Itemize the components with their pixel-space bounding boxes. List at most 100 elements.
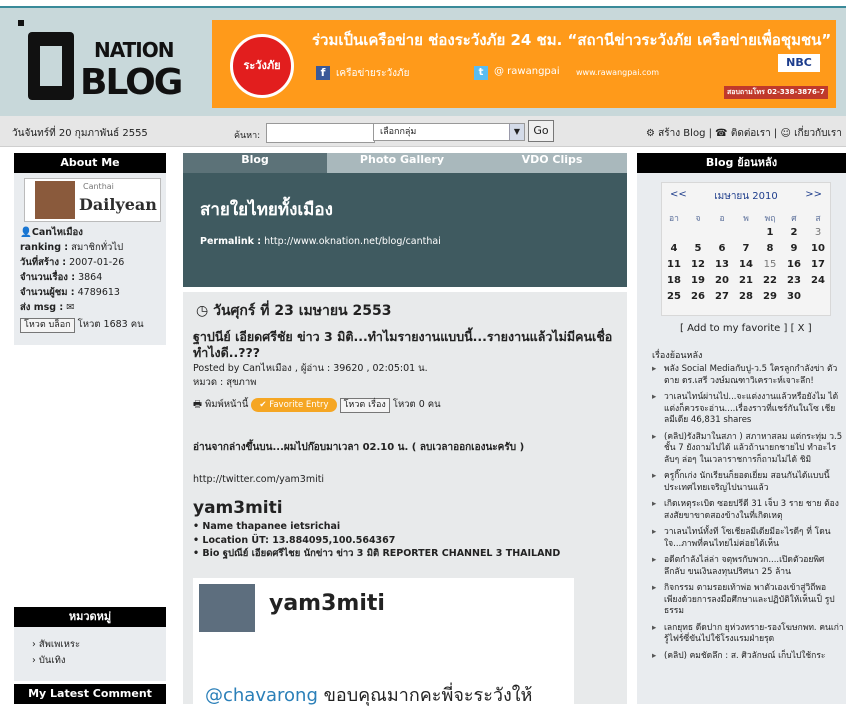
- blog-tabs: Blog Photo Gallery VDO Clips: [183, 153, 627, 173]
- calendar-day[interactable]: 7: [734, 243, 758, 254]
- post-date: ◷ วันศุกร์ ที่ 23 เมษายน 2553: [196, 300, 391, 322]
- calendar-day[interactable]: 25: [662, 291, 686, 302]
- category-item[interactable]: › บันเทิง: [32, 653, 66, 668]
- banner-twitter-text: @ rawangpai: [494, 66, 560, 77]
- create-blog-icon: ⚙: [646, 128, 655, 139]
- history-item[interactable]: (คลิป)รังสิมาในสภา ) สภาหาสลม แต่กระทุ่ม…: [650, 432, 846, 467]
- vote-story-button[interactable]: โหวต เรื่อง: [339, 398, 390, 413]
- history-item[interactable]: พลัง Social Mediaกับปู-ว.5 ใครลูกกำลังข่…: [650, 364, 846, 387]
- calendar-day[interactable]: 12: [686, 259, 710, 270]
- calendar-day[interactable]: 17: [806, 259, 830, 270]
- post-title[interactable]: ฐาปนีย์ เอียดศรีชัย ข่าว 3 มิติ...ทำไมรา…: [193, 329, 621, 361]
- post-category: หมวด : สุขภาพ: [193, 377, 257, 388]
- category-item[interactable]: › สัพเพเหระ: [32, 637, 80, 652]
- favorite-links[interactable]: [ Add to my favorite ] [ X ]: [680, 323, 812, 334]
- rawangpai-banner[interactable]: ระวังภัย ร่วมเป็นเครือข่าย ช่องระวังภัย …: [212, 20, 836, 108]
- group-select-value: เลือกกลุ่ม: [380, 127, 417, 137]
- calendar-day[interactable]: 2: [782, 227, 806, 238]
- post-actions: 🖶 พิมพ์หน้านี้ ✔ Favorite Entry โหวต เรื…: [193, 397, 441, 417]
- permalink-url[interactable]: http://www.oknation.net/blog/canthai: [264, 236, 441, 247]
- top-toolbar: วันจันทร์ที่ 20 กุมภาพันธ์ 2555 ค้นหา: เ…: [0, 116, 846, 147]
- calendar-day[interactable]: 21: [734, 275, 758, 286]
- favorite-entry-label: Favorite Entry: [269, 399, 329, 410]
- twitter-icon: t: [474, 66, 488, 80]
- permalink-label: Permalink :: [200, 236, 262, 247]
- history-item[interactable]: ครูกิ๊กเก่ง นักเรียนก็ยอดเยี่ยม สอนกันได…: [650, 471, 846, 494]
- vote-blog-button[interactable]: โหวต บล็อก: [20, 318, 75, 333]
- blog-title: สายใยไทยทั้งเมือง: [200, 200, 333, 220]
- calendar-day[interactable]: 1: [758, 227, 782, 238]
- contact-link[interactable]: ติดต่อเรา: [731, 128, 771, 139]
- calendar-day: 3: [814, 227, 822, 238]
- post-meta: Posted by Canไหเมือง , ผู้อ่าน : 39620 ,…: [193, 362, 428, 390]
- banner-headline: ร่วมเป็นเครือข่าย ช่องระวังภัย 24 ชม. “ส…: [312, 31, 832, 49]
- calendar-day[interactable]: 29: [758, 291, 782, 302]
- profile-info: 👤Canไหเมือง ranking : สมาชิกทั่วไป วันที…: [20, 225, 166, 333]
- calendar-day[interactable]: 6: [710, 243, 734, 254]
- history-item[interactable]: อดีตกำลังไล่ล่า จตุพรกับพวก....เปิดตัวอย…: [650, 555, 846, 578]
- tweet-username: yam3miti: [269, 591, 385, 616]
- tab-photo-gallery[interactable]: Photo Gallery: [327, 153, 477, 173]
- calendar-day[interactable]: 10: [806, 243, 830, 254]
- calendar-day-header: จ: [695, 214, 701, 224]
- history-item[interactable]: วาเลนไทน์ผ่านไป...จะแต่งงานแล้วหรือยังไม…: [650, 392, 846, 427]
- calendar-day[interactable]: 16: [782, 259, 806, 270]
- category-heading: หมวดหมู่: [14, 607, 166, 627]
- clock-icon: ◷: [196, 303, 209, 319]
- calendar-day[interactable]: 22: [758, 275, 782, 286]
- calendar-day[interactable]: 28: [734, 291, 758, 302]
- calendar-day[interactable]: 5: [686, 243, 710, 254]
- calendar-day[interactable]: 20: [710, 275, 734, 286]
- calendar-day[interactable]: 19: [686, 275, 710, 286]
- history-item[interactable]: กิจกรรม ตามรอยเท้าพ่อ พาตัวเองเข้าสู่วิถ…: [650, 583, 846, 618]
- ranking-label: ranking :: [20, 242, 69, 253]
- twitter-url[interactable]: http://twitter.com/yam3miti: [193, 474, 324, 485]
- calendar-day[interactable]: 24: [806, 275, 830, 286]
- calendar-day[interactable]: 13: [710, 259, 734, 270]
- oknation-logo[interactable]: NATION BLOG: [18, 20, 193, 112]
- calendar-day[interactable]: 18: [662, 275, 686, 286]
- visitors-value: 4789613: [77, 287, 120, 298]
- bullet-icon: ›: [32, 655, 36, 666]
- mail-icon[interactable]: ✉: [66, 302, 74, 313]
- favorite-entry-badge[interactable]: ✔ Favorite Entry: [251, 397, 337, 412]
- search-input[interactable]: [266, 123, 375, 143]
- created-label: วันที่สร้าง :: [20, 257, 67, 268]
- calendar-day[interactable]: 30: [782, 291, 806, 302]
- calendar-day[interactable]: 8: [758, 243, 782, 254]
- blog-header: [183, 173, 627, 287]
- tweet-mention[interactable]: @chavarong: [205, 685, 318, 706]
- profile-card[interactable]: Canthai Dailyean: [24, 178, 161, 222]
- banner-site-text: www.rawangpai.com: [576, 68, 660, 77]
- category-label: บันเทิง: [38, 655, 66, 666]
- nbc-logo: NBC: [778, 54, 820, 72]
- calendar-day[interactable]: 27: [710, 291, 734, 302]
- create-blog-link[interactable]: สร้าง Blog: [658, 128, 705, 139]
- print-icon[interactable]: 🖶: [193, 399, 202, 410]
- calendar-day[interactable]: 23: [782, 275, 806, 286]
- calendar-day[interactable]: 14: [734, 259, 758, 270]
- history-item[interactable]: เกิดเหตุระเบิด ซอยปรีดี 31 เจ็บ 3 ราย ชา…: [650, 499, 846, 522]
- tab-blog[interactable]: Blog: [183, 153, 327, 173]
- history-item[interactable]: วาเลนไทน์ทั้งที โซเชียลมีเดียมีอะไรดีๆ ท…: [650, 527, 846, 550]
- history-item[interactable]: (คลิป) คมชัดลึก : ส. ศิวลักษณ์ เก็บไปใช้…: [650, 651, 846, 663]
- chevron-down-icon[interactable]: ▼: [509, 124, 524, 140]
- username[interactable]: Canไหเมือง: [32, 227, 83, 238]
- check-icon: ✔: [259, 399, 270, 410]
- tab-vdo-clips[interactable]: VDO Clips: [477, 153, 627, 173]
- about-link[interactable]: เกี่ยวกับเรา: [794, 128, 842, 139]
- calendar-day-header: พฤ: [764, 214, 776, 224]
- facebook-icon: f: [316, 66, 330, 80]
- calendar-day-header: พ: [743, 214, 749, 224]
- calendar-day[interactable]: 9: [782, 243, 806, 254]
- logo-blog-text: BLOG: [80, 62, 183, 103]
- group-select[interactable]: เลือกกลุ่ม ▼: [373, 123, 525, 141]
- calendar-day[interactable]: 11: [662, 259, 686, 270]
- post-byline: Posted by Canไหเมือง , ผู้อ่าน : 39620 ,…: [193, 363, 428, 374]
- calendar-day[interactable]: 26: [686, 291, 710, 302]
- calendar-next[interactable]: >>: [805, 189, 822, 200]
- history-item[interactable]: เลกยุทธ ดีดปาก ยุห่วงทราย-รองโฆษกพท. คนเ…: [650, 623, 846, 646]
- calendar-day[interactable]: 4: [662, 243, 686, 254]
- print-link[interactable]: พิมพ์หน้านี้: [205, 399, 248, 410]
- go-button[interactable]: Go: [528, 120, 554, 142]
